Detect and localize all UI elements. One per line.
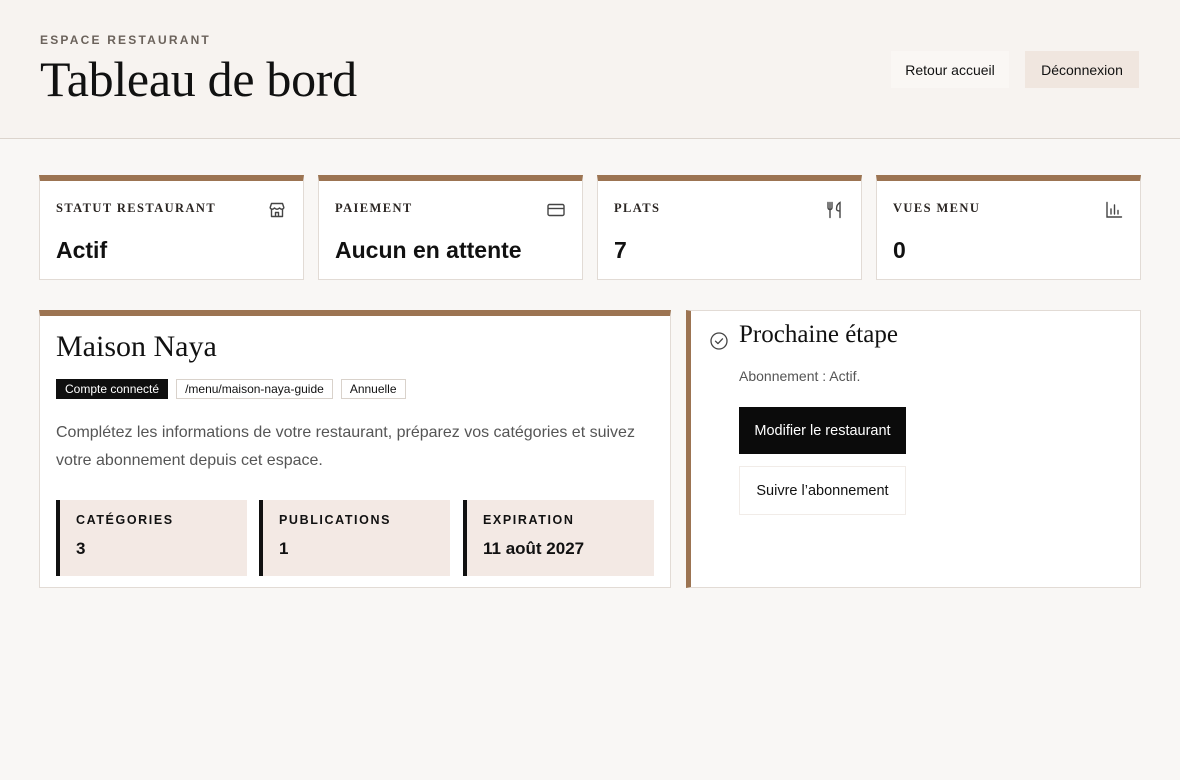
account-status-badge: Compte connecté: [56, 379, 169, 399]
metric-label: PUBLICATIONS: [279, 513, 392, 527]
stat-label: PAIEMENT: [335, 201, 413, 215]
metric-expiration: EXPIRATION 11 août 2027: [463, 500, 654, 576]
stat-card-payment: PAIEMENT Aucun en attente: [318, 175, 583, 280]
plan-badge: Annuelle: [340, 379, 406, 399]
logout-button[interactable]: Déconnexion: [1025, 51, 1139, 88]
metric-value: 11 août 2027: [483, 539, 585, 558]
edit-restaurant-button[interactable]: Modifier le restaurant: [739, 407, 906, 454]
stat-label: VUES MENU: [893, 201, 981, 215]
metric-label: CATÉGORIES: [76, 513, 174, 527]
stat-value: Aucun en attente: [335, 237, 522, 263]
bar-chart-icon: [1104, 200, 1124, 220]
metric-value: 3: [76, 539, 86, 558]
stat-card-dishes: PLATS 7: [597, 175, 862, 280]
stat-value: 7: [614, 237, 627, 263]
page-eyebrow: ESPACE RESTAURANT: [40, 33, 211, 47]
stat-label: STATUT RESTAURANT: [56, 201, 217, 215]
restaurant-name: Maison Naya: [56, 330, 217, 363]
stat-card-menu-views: VUES MENU 0: [876, 175, 1141, 280]
metric-label: EXPIRATION: [483, 513, 575, 527]
next-step-title: Prochaine étape: [739, 321, 898, 348]
stat-value: 0: [893, 237, 906, 263]
stat-label: PLATS: [614, 201, 661, 215]
stat-value: Actif: [56, 237, 108, 263]
metric-publications: PUBLICATIONS 1: [259, 500, 450, 576]
restaurant-card: Maison Naya Compte connecté /menu/maison…: [39, 310, 671, 588]
page-header: ESPACE RESTAURANT Tableau de bord Retour…: [0, 0, 1180, 139]
metric-value: 1: [279, 539, 289, 558]
stat-card-status: STATUT RESTAURANT Actif: [39, 175, 304, 280]
utensils-icon: [825, 200, 845, 220]
next-step-card: Prochaine étape Abonnement : Actif. Modi…: [686, 310, 1141, 588]
restaurant-tags: Compte connecté /menu/maison-naya-guide …: [56, 379, 406, 399]
store-icon: [267, 200, 287, 220]
subscription-status: Abonnement : Actif.: [739, 368, 861, 384]
credit-card-icon: [546, 200, 566, 220]
menu-url-badge: /menu/maison-naya-guide: [176, 379, 333, 399]
page-title: Tableau de bord: [40, 51, 357, 107]
restaurant-description: Complétez les informations de votre rest…: [56, 424, 635, 469]
metric-categories: CATÉGORIES 3: [56, 500, 247, 576]
check-circle-icon: [709, 331, 729, 351]
home-button[interactable]: Retour accueil: [891, 51, 1009, 88]
track-subscription-button[interactable]: Suivre l’abonnement: [739, 466, 906, 515]
